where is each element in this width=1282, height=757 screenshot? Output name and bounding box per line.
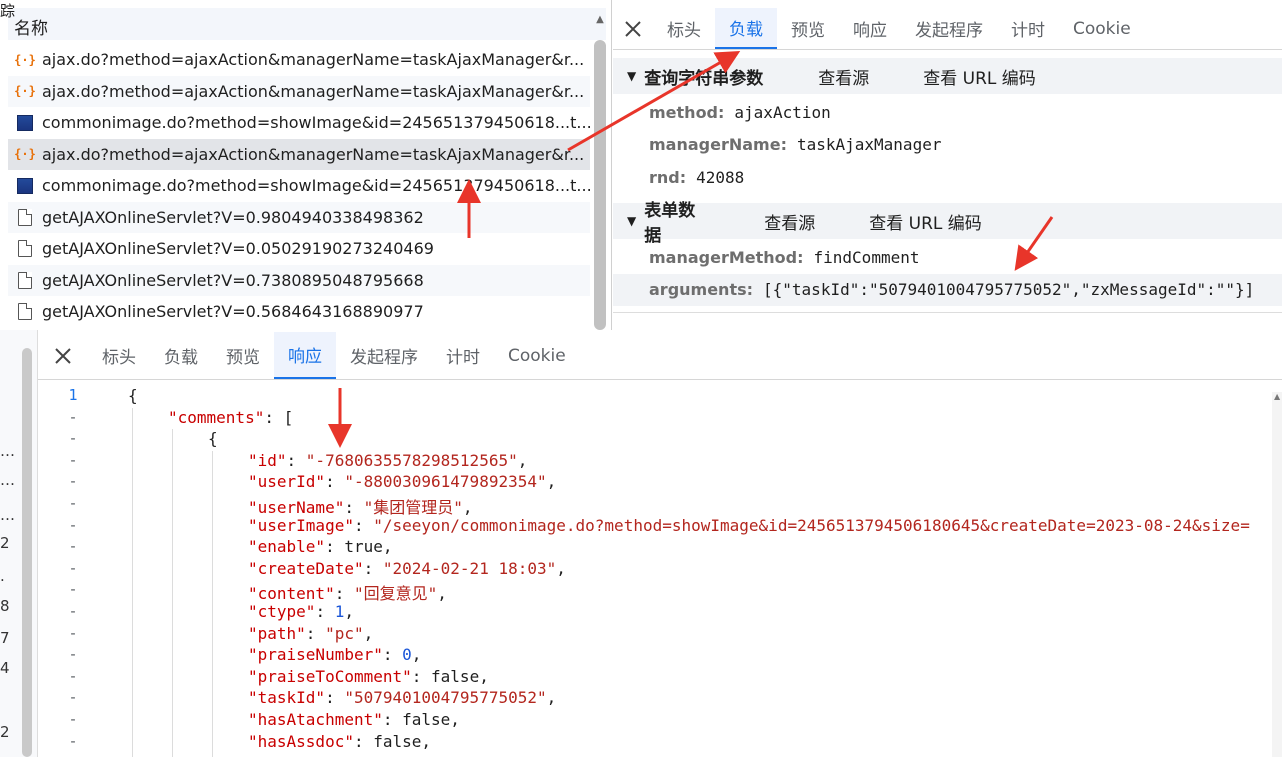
indent-guide: [212, 450, 213, 757]
arrow-to-payload-tab: [567, 51, 741, 152]
indent-guide: [172, 429, 173, 757]
annotation-arrows: [328, 51, 1054, 448]
arrow-to-arguments: [1014, 216, 1054, 271]
indent-guide: [132, 407, 133, 757]
